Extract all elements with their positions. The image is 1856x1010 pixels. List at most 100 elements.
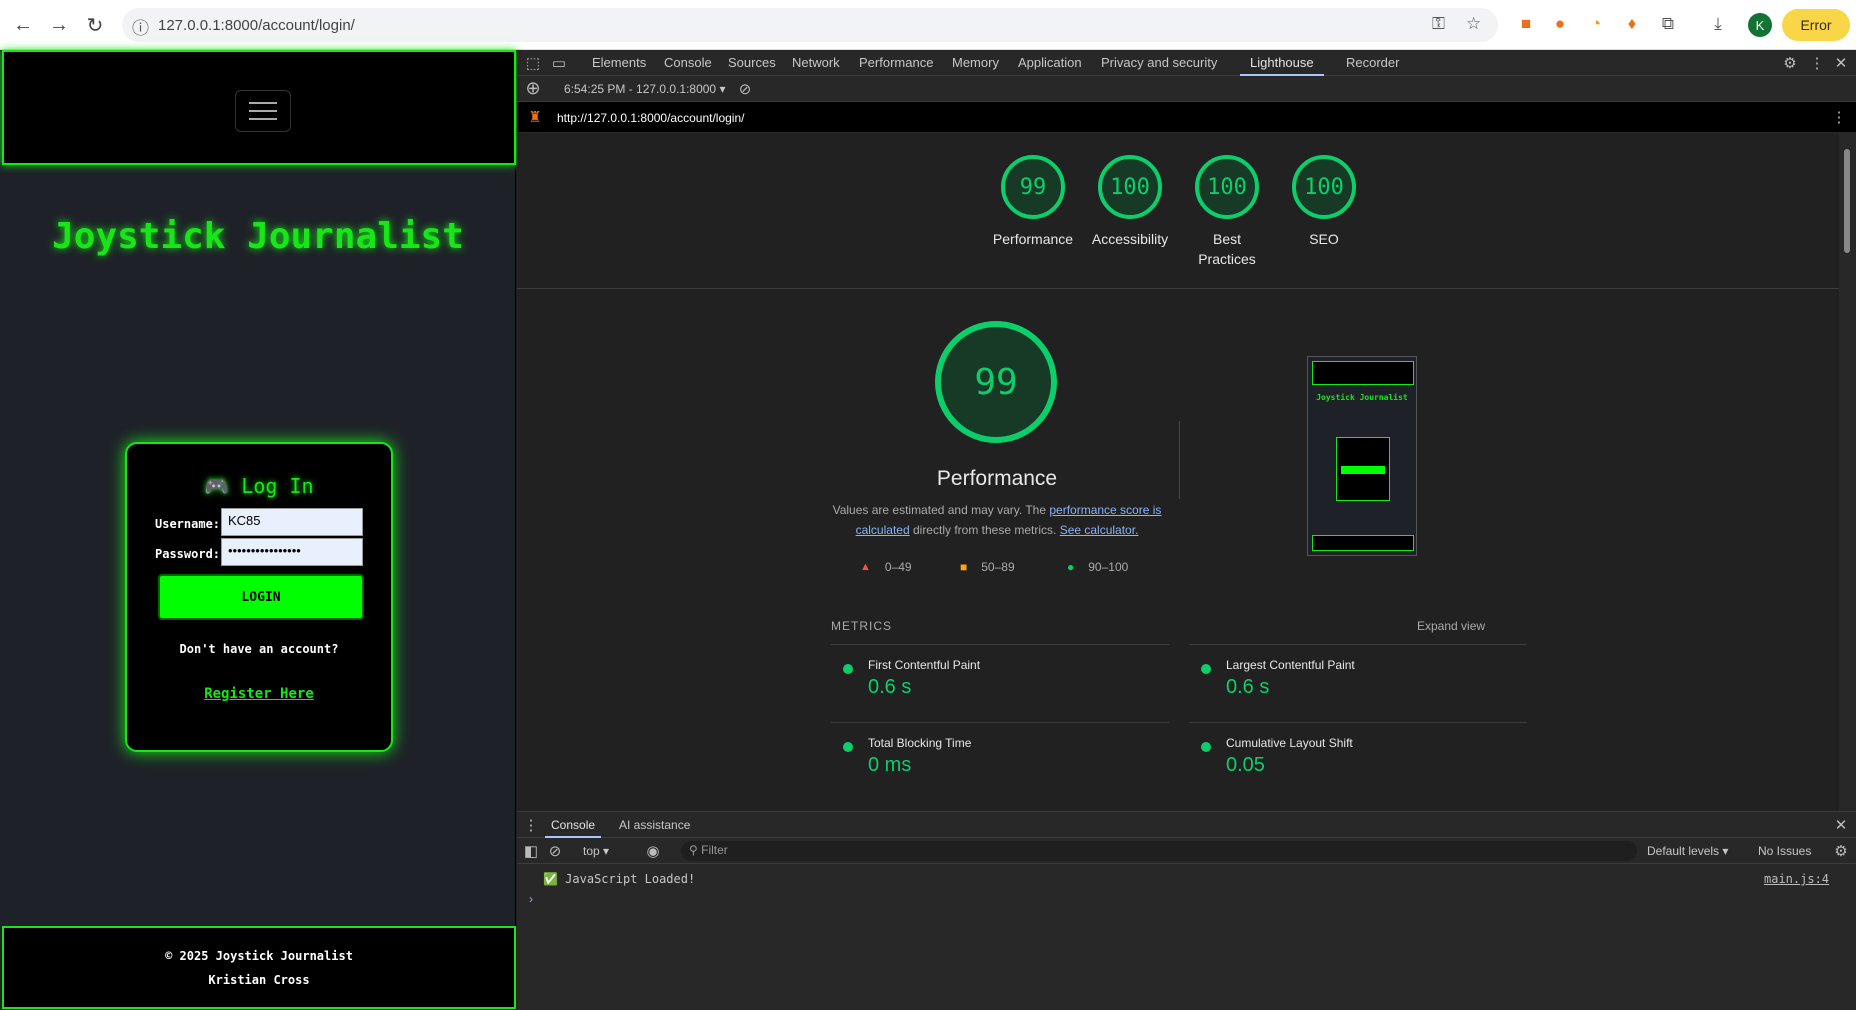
- webpage: Joystick Journalist 🎮 Log In Username: K…: [0, 50, 516, 1009]
- register-link[interactable]: Register Here: [127, 686, 391, 702]
- address-bar[interactable]: ⓘ 127.0.0.1:8000/account/login/ ⚿ ☆: [122, 8, 1498, 42]
- extension-icon[interactable]: ♦: [1620, 12, 1644, 36]
- divider: [1179, 421, 1180, 499]
- bookmark-star-icon[interactable]: ☆: [1466, 14, 1481, 34]
- settings-gear-icon[interactable]: ⚙: [1780, 53, 1800, 73]
- username-input[interactable]: KC85: [221, 508, 363, 536]
- console-source-link[interactable]: main.js:4: [1764, 872, 1829, 886]
- divider: [1189, 644, 1527, 645]
- inspect-element-icon[interactable]: ⬚: [523, 53, 543, 73]
- metric-value: 0.6 s: [868, 676, 912, 698]
- issues-counter[interactable]: No Issues: [1758, 844, 1811, 858]
- divider: [1189, 722, 1527, 723]
- score-gauge-best-practices[interactable]: 100 Best Practices: [1177, 133, 1277, 269]
- drawer-tab-console[interactable]: Console: [545, 812, 602, 838]
- more-options-icon[interactable]: ⋮: [1807, 53, 1827, 73]
- sidebar-toggle-icon[interactable]: ◧: [521, 841, 541, 861]
- score-value: 100: [1098, 155, 1162, 219]
- report-menu-icon[interactable]: ⋮: [1829, 107, 1849, 127]
- thumb-card: [1336, 437, 1390, 501]
- forward-icon[interactable]: →: [44, 10, 74, 40]
- clear-reports-icon[interactable]: ⊘: [735, 79, 755, 99]
- console-message: ✅ JavaScript Loaded!: [543, 872, 696, 886]
- tab-elements[interactable]: Elements: [592, 50, 646, 76]
- tab-privacy-security[interactable]: Privacy and security: [1101, 50, 1217, 76]
- hamburger-menu-icon[interactable]: [235, 90, 291, 132]
- live-expression-eye-icon[interactable]: ◉: [643, 841, 663, 861]
- tab-performance[interactable]: Performance: [859, 50, 933, 76]
- score-label: Best Practices: [1198, 231, 1256, 267]
- score-label: SEO: [1309, 231, 1339, 247]
- close-devtools-icon[interactable]: ✕: [1831, 53, 1851, 73]
- address-url[interactable]: 127.0.0.1:8000/account/login/: [158, 17, 355, 34]
- tab-network[interactable]: Network: [792, 50, 840, 76]
- login-button[interactable]: LOGIN: [158, 574, 364, 620]
- console-settings-icon[interactable]: ⚙: [1831, 841, 1851, 861]
- default-levels-label: Default levels: [1647, 844, 1720, 858]
- expand-view-toggle[interactable]: Expand view: [1417, 619, 1485, 633]
- lighthouse-report: 99 Performance 100 Accessibility 100 Bes…: [517, 133, 1839, 811]
- circle-icon: ●: [1067, 560, 1075, 574]
- console-toolbar: ◧ ⊘ top ▾ ◉ ⚲ Filter Default levels ▾ No…: [517, 838, 1856, 864]
- extension-icon[interactable]: ◔: [1584, 12, 1608, 36]
- metrics-heading: METRICS: [831, 619, 892, 633]
- console-drawer: ⋮ Console AI assistance ✕ ◧ ⊘ top ▾ ◉ ⚲ …: [517, 811, 1856, 1010]
- back-icon[interactable]: ←: [8, 10, 38, 40]
- score-gauge-seo[interactable]: 100 SEO: [1274, 133, 1374, 249]
- tab-sources[interactable]: Sources: [728, 50, 776, 76]
- tab-recorder[interactable]: Recorder: [1346, 50, 1399, 76]
- scrollbar-thumb[interactable]: [1844, 149, 1850, 253]
- profile-avatar[interactable]: K: [1748, 13, 1772, 37]
- divider: [831, 722, 1169, 723]
- site-info-icon[interactable]: ⓘ: [132, 14, 149, 39]
- see-calculator-link[interactable]: See calculator.: [1060, 523, 1139, 537]
- triangle-icon: ▲: [860, 561, 871, 573]
- console-filter-input[interactable]: ⚲ Filter: [681, 841, 1637, 861]
- metric-name: Total Blocking Time: [868, 736, 972, 750]
- legend-fail: ▲ 0–49: [860, 560, 912, 574]
- clear-console-icon[interactable]: ⊘: [545, 841, 565, 861]
- console-prompt-icon[interactable]: ›: [529, 892, 533, 906]
- error-button[interactable]: Error: [1782, 9, 1850, 41]
- device-toolbar-icon[interactable]: ▭: [549, 53, 569, 73]
- tab-lighthouse[interactable]: Lighthouse: [1240, 50, 1324, 76]
- lighthouse-icon: ♜: [528, 109, 542, 126]
- score-gauge-performance[interactable]: 99 Performance: [983, 133, 1083, 249]
- metric-value: 0.05: [1226, 754, 1265, 776]
- report-scrollbar[interactable]: [1839, 133, 1856, 811]
- console-output: ✅ JavaScript Loaded! main.js:4 ›: [517, 864, 1856, 1010]
- drawer-menu-icon[interactable]: ⋮: [521, 815, 541, 835]
- thumb-button: [1341, 466, 1385, 474]
- close-drawer-icon[interactable]: ✕: [1831, 815, 1851, 835]
- devtools-panel: ⬚ ▭ Elements Console Sources Network Per…: [517, 50, 1856, 1010]
- metric-name: First Contentful Paint: [868, 658, 981, 672]
- report-selector[interactable]: 6:54:25 PM - 127.0.0.1:8000 ▾: [564, 76, 725, 102]
- new-report-icon[interactable]: ⊕: [523, 78, 543, 98]
- download-icon[interactable]: ⤓: [1706, 12, 1730, 36]
- navbar: [2, 50, 516, 165]
- metric-name: Cumulative Layout Shift: [1226, 736, 1353, 750]
- password-input[interactable]: ••••••••••••••••: [221, 538, 363, 566]
- legend-average: ■ 50–89: [960, 560, 1015, 574]
- tab-application[interactable]: Application: [1018, 50, 1082, 76]
- legend-label: 90–100: [1088, 560, 1129, 574]
- score-gauge-accessibility[interactable]: 100 Accessibility: [1080, 133, 1180, 249]
- context-selector[interactable]: top ▾: [583, 844, 609, 858]
- default-levels-dropdown[interactable]: Default levels ▾: [1647, 844, 1728, 858]
- reload-icon[interactable]: ↻: [80, 10, 110, 40]
- desc-text: directly from these metrics.: [909, 523, 1060, 537]
- tab-memory[interactable]: Memory: [952, 50, 999, 76]
- context-label: top: [583, 844, 600, 858]
- extension-icon[interactable]: ●: [1548, 12, 1572, 36]
- extension-icon[interactable]: ■: [1514, 12, 1538, 36]
- metric-value: 0.6 s: [1226, 676, 1270, 698]
- devtools-tabbar: ⬚ ▭ Elements Console Sources Network Per…: [517, 50, 1856, 76]
- drawer-tabbar: ⋮ Console AI assistance ✕: [517, 812, 1856, 838]
- drawer-tab-ai-assistance[interactable]: AI assistance: [619, 812, 690, 838]
- extensions-puzzle-icon[interactable]: ⧉: [1656, 12, 1680, 36]
- password-key-icon[interactable]: ⚿: [1432, 14, 1445, 34]
- page-screenshot-thumbnail[interactable]: Joystick Journalist: [1307, 356, 1417, 556]
- tab-console[interactable]: Console: [664, 50, 712, 76]
- pass-dot-icon: [843, 664, 853, 674]
- username-label: Username:: [155, 517, 221, 531]
